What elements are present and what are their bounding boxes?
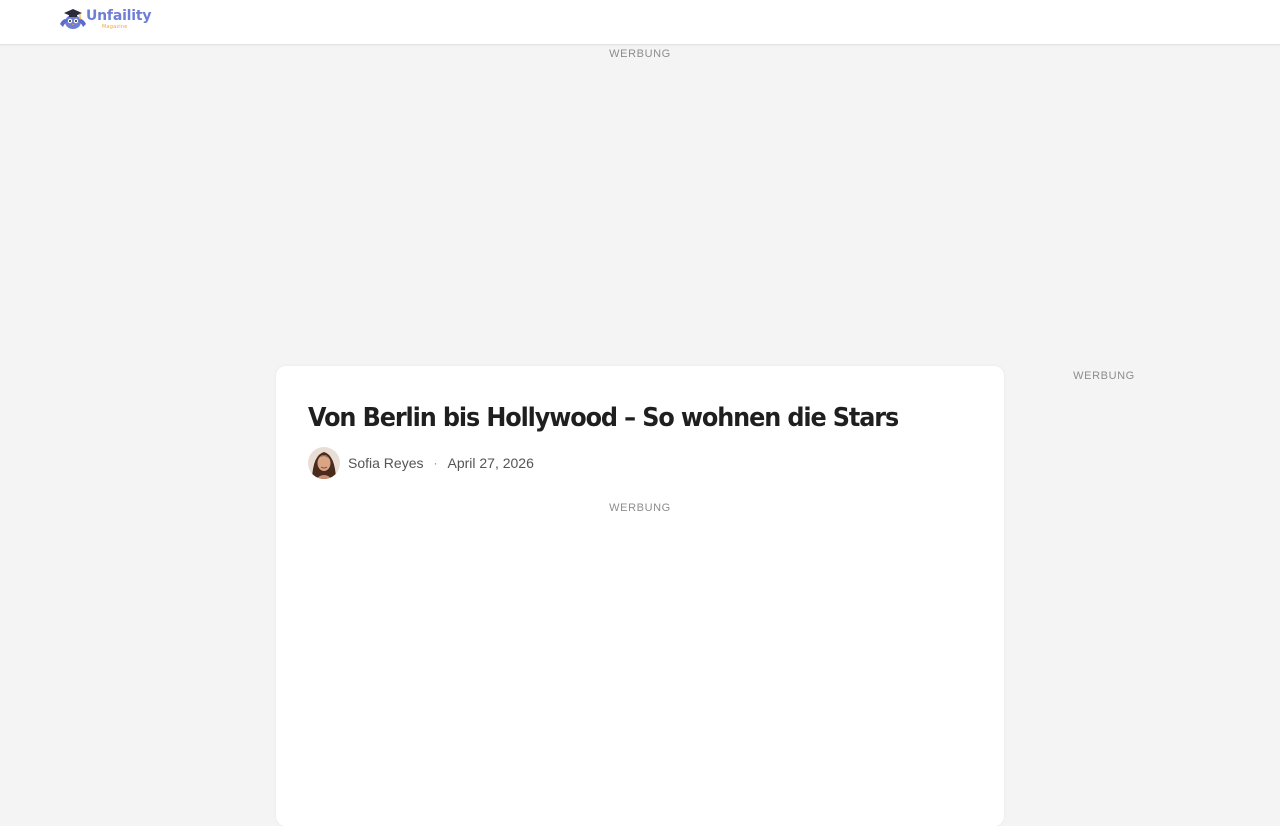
top-ad-label: WERBUNG [609,48,671,60]
sidebar-ad-label: WERBUNG [1073,370,1135,382]
logo-mascot-icon [60,9,86,29]
site-logo[interactable]: Unfaility Magazine [58,6,152,32]
site-header: Unfaility Magazine [0,0,1280,45]
article-meta: Sofia Reyes · April 27, 2026 [308,447,534,479]
logo-wordmark: Unfaility [86,8,152,24]
author-name[interactable]: Sofia Reyes [348,455,423,471]
inline-ad-label: WERBUNG [609,502,671,514]
logo-tagline: Magazine [102,24,128,30]
author-avatar[interactable] [308,447,340,479]
article-title: Von Berlin bis Hollywood – So wohnen die… [308,403,899,433]
publish-date: April 27, 2026 [447,455,534,471]
meta-separator: · [433,456,438,470]
